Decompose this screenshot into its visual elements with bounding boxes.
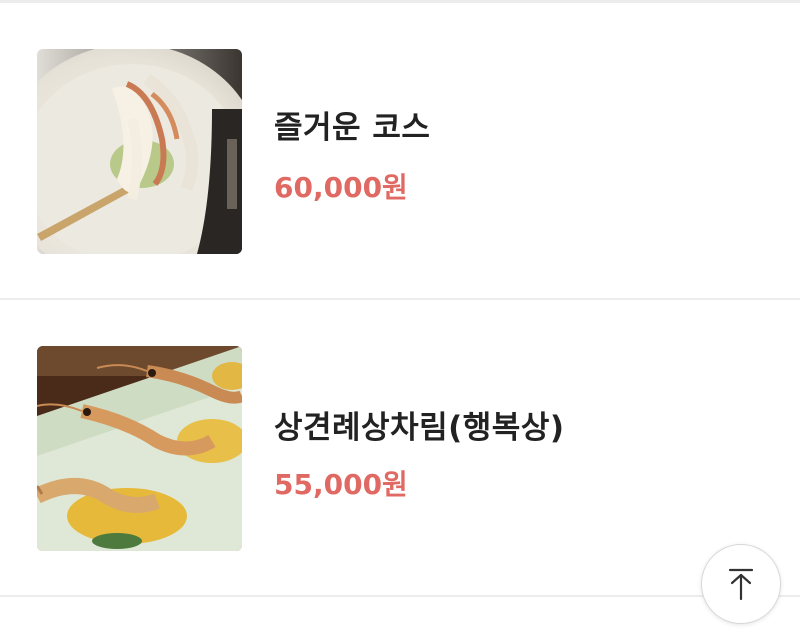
- menu-item-price: 60,000원: [274, 171, 408, 204]
- scroll-to-top-button[interactable]: [701, 544, 781, 624]
- menu-item[interactable]: 즐거운 코스 60,000원: [0, 3, 800, 300]
- dish-photo-icon: [37, 49, 242, 254]
- menu-item[interactable]: 상견례상차림(행복상) 55,000원: [0, 300, 800, 597]
- arrow-up-to-top-icon: [728, 568, 754, 601]
- menu-item-name: 상견례상차림(행복상): [274, 410, 565, 446]
- shrimp-photo-icon: [37, 346, 242, 551]
- menu-item-name: 즐거운 코스: [274, 110, 431, 146]
- menu-item-price: 55,000원: [274, 468, 408, 501]
